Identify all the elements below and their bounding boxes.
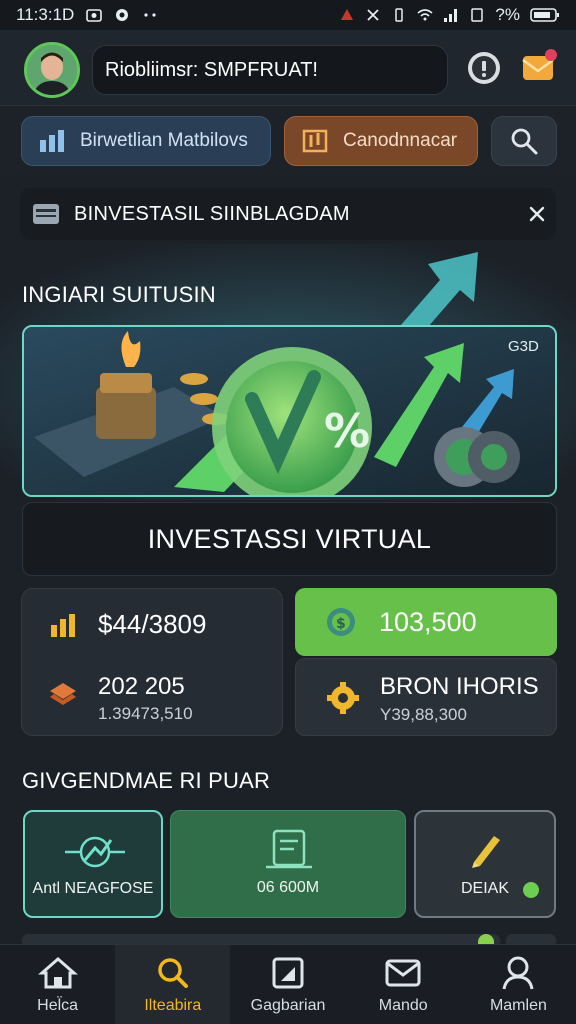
bron-card[interactable]: BRON IHORIS Y39,88,300	[295, 658, 557, 736]
secondary-value: 202 205	[98, 673, 185, 700]
battery-icon	[530, 8, 559, 22]
chart-circuit-icon	[65, 836, 125, 868]
tile-2-label: 06 600M	[256, 879, 320, 896]
nav-explore[interactable]: Ilteabira	[115, 945, 231, 1024]
more-icon	[144, 13, 156, 17]
status-time: 11:3:1D	[16, 5, 75, 24]
nav-mail[interactable]: Mando	[346, 945, 461, 1024]
nav-profile-label: Mamlen	[489, 997, 547, 1014]
header-title-pill[interactable]: Riobliimsr: SMPFRUAT!	[92, 45, 448, 95]
camera-icon	[86, 9, 103, 22]
tile-action-3[interactable]: DEIAK	[414, 810, 556, 918]
nav-explore-label: Ilteabira	[144, 997, 202, 1014]
frame-icon	[272, 957, 304, 989]
section-title-2: GIVGENDMAE RI PUAR	[22, 768, 271, 793]
nav-home-label: Hel̈ca	[37, 997, 79, 1014]
banner-caption: INVESTASSI VIRTUAL	[22, 502, 557, 576]
nav-home[interactable]: Hel̈ca	[0, 945, 115, 1024]
search-button[interactable]	[491, 116, 557, 166]
secondary-sub: 1.39473,510	[98, 704, 193, 723]
mute-icon	[367, 9, 380, 21]
candlestick-icon	[302, 129, 328, 153]
green-value: 103,500	[379, 606, 477, 637]
app-header: Riobliimsr: SMPFRUAT!	[0, 30, 576, 106]
layers-icon	[50, 683, 76, 705]
gear-dollar-icon: $	[327, 608, 355, 636]
hero-banner[interactable]: % G3D	[22, 325, 557, 497]
tab-candles-label: Canodnnacar	[343, 130, 458, 151]
close-icon[interactable]	[528, 205, 546, 223]
tile-action-2[interactable]: 06 600M	[170, 810, 406, 918]
gear-icon	[327, 682, 359, 714]
tab-markets-label: Birwetlian Matbilovs	[80, 130, 248, 151]
tile-1-label: Antl NEAGFOSE	[32, 880, 154, 897]
bron-sub: Y39,88,300	[380, 705, 467, 724]
sync-icon	[116, 9, 129, 21]
notice-banner: BINVESTASIL SIINBLAGDAM	[20, 188, 556, 240]
wallet-icon	[33, 204, 59, 224]
vibrate-icon	[395, 8, 404, 22]
tab-candles[interactable]: Canodnnacar	[284, 116, 478, 166]
battery-percent: ?%	[495, 5, 520, 24]
investment-illustration-icon: % G3D	[24, 327, 555, 495]
status-bar: 11:3:1D ?%	[0, 0, 576, 30]
user-portrait-icon	[27, 45, 77, 95]
wifi-icon	[417, 9, 433, 21]
svg-text:$: $	[336, 616, 346, 632]
notice-text: BINVESTASIL SIINBLAGDAM	[74, 202, 350, 225]
banner-caption-text: INVESTASSI VIRTUAL	[147, 523, 432, 554]
home-icon	[37, 957, 78, 989]
bar-chart-icon	[40, 130, 64, 152]
mail-check-icon	[385, 959, 421, 987]
search-icon	[511, 128, 538, 155]
info-button-icon[interactable]	[466, 50, 502, 86]
tabs-row: Birwetlian Matbilovs Canodnnacar	[0, 106, 576, 176]
sim-icon	[471, 8, 484, 22]
signal-icon	[444, 9, 458, 22]
nav-mail-label: Mando	[378, 997, 428, 1014]
balance-card[interactable]: $44/3809 202 205 1.39473,510	[21, 588, 283, 736]
header-title: Riobliimsr: SMPFRUAT!	[105, 58, 318, 81]
nav-gallery-label: Gagbarian	[250, 997, 326, 1014]
user-icon	[502, 956, 534, 990]
section-title-1: INGIARI SUITUSIN	[22, 282, 216, 307]
status-dot	[523, 882, 539, 898]
mail-notification-icon[interactable]	[520, 46, 560, 86]
green-value-card[interactable]: $ 103,500	[295, 588, 557, 656]
search-icon	[158, 958, 188, 988]
bron-label: BRON IHORIS	[380, 673, 539, 700]
pen-icon	[472, 836, 500, 868]
avatar[interactable]	[24, 42, 80, 98]
svg-text:%: %	[324, 404, 370, 458]
nav-gallery[interactable]: Gagbarian	[230, 945, 345, 1024]
tab-markets[interactable]: Birwetlian Matbilovs	[21, 116, 271, 166]
bottom-nav: Hel̈ca Ilteabira Gagbarian Mando Mamlen	[0, 944, 576, 1024]
bar-chart-gold-icon	[51, 614, 75, 637]
balance-value: $44/3809	[98, 609, 207, 639]
alert-icon	[341, 9, 354, 20]
tile-action-1[interactable]: Antl NEAGFOSE	[23, 810, 163, 918]
banner-badge: G3D	[508, 338, 539, 355]
document-icon	[266, 829, 312, 869]
nav-profile[interactable]: Mamlen	[461, 945, 576, 1024]
